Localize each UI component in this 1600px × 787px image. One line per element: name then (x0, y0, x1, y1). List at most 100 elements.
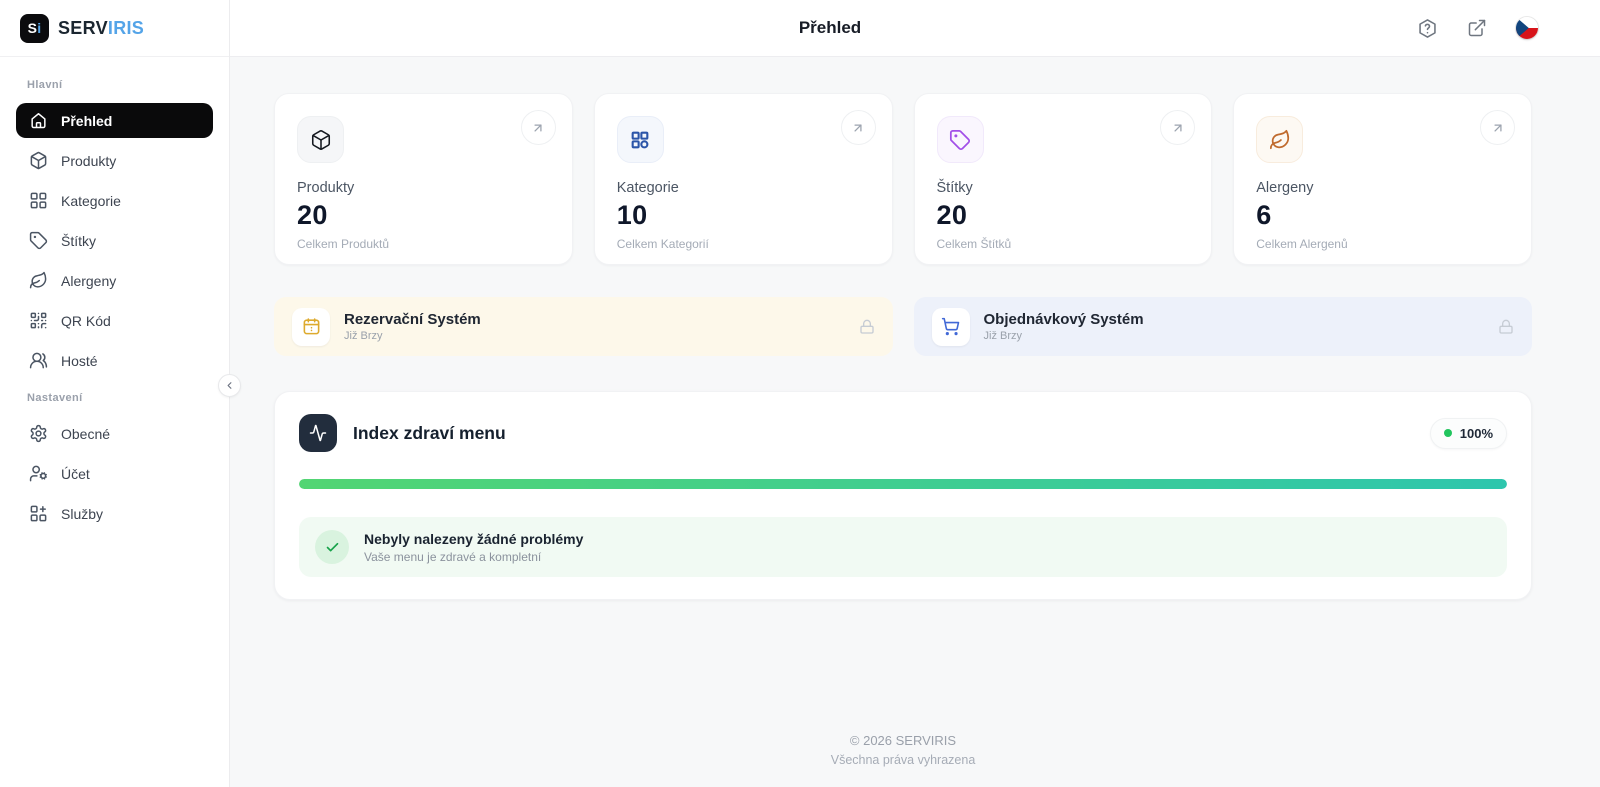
topbar-actions (1417, 17, 1600, 39)
banner-title: Rezervační Systém (344, 311, 481, 328)
sidebar-item-ucet[interactable]: Účet (16, 456, 213, 491)
stat-card-produkty[interactable]: Produkty 20 Celkem Produktů (274, 93, 573, 265)
sidebar-collapse-button[interactable] (218, 374, 241, 397)
sidebar-item-qr-kod[interactable]: QR Kód (16, 303, 213, 338)
stat-icon-tile (617, 116, 664, 163)
grid-dot-icon (629, 129, 651, 151)
footer-copyright: © 2026 SERVIRIS (274, 733, 1532, 748)
box-icon (29, 151, 48, 170)
stat-open-button[interactable] (841, 110, 876, 145)
tag-icon (29, 231, 48, 250)
leaf-icon (1269, 129, 1291, 151)
stats-row: Produkty 20 Celkem Produktů Kategorie 10… (274, 93, 1532, 265)
sidebar-item-label: QR Kód (61, 313, 111, 329)
stat-open-button[interactable] (1160, 110, 1195, 145)
stat-icon-tile (1256, 116, 1303, 163)
stat-open-button[interactable] (521, 110, 556, 145)
health-progress-track (299, 479, 1507, 489)
sidebar-item-obecne[interactable]: Obecné (16, 416, 213, 451)
health-icon-tile (299, 414, 337, 452)
grid-plus-icon (29, 504, 48, 523)
stat-subtitle: Celkem Produktů (297, 237, 550, 251)
stat-icon-tile (297, 116, 344, 163)
gear-icon (29, 424, 48, 443)
box-icon (310, 129, 332, 151)
grid-icon (29, 191, 48, 210)
health-message-text: Nebyly nalezeny žádné problémy Vaše menu… (364, 531, 583, 564)
sidebar-item-alergeny[interactable]: Alergeny (16, 263, 213, 298)
users-icon (29, 351, 48, 370)
leaf-icon (29, 271, 48, 290)
stat-value: 20 (297, 200, 550, 231)
stat-subtitle: Celkem Kategorií (617, 237, 870, 251)
banner-text: Rezervační Systém Již Brzy (344, 311, 481, 342)
home-icon (29, 111, 48, 130)
activity-icon (309, 424, 327, 442)
main-area: Přehled Produkty 20 Celkem Pr (230, 0, 1600, 787)
status-dot-icon (1444, 429, 1452, 437)
sidebar-item-label: Služby (61, 506, 103, 522)
arrow-up-right-icon (531, 121, 545, 135)
help-button[interactable] (1417, 18, 1438, 39)
stat-value: 10 (617, 200, 870, 231)
logo-mark: Si (20, 14, 49, 43)
health-title: Index zdraví menu (353, 423, 506, 444)
health-message: Nebyly nalezeny žádné problémy Vaše menu… (299, 517, 1507, 577)
banner-subtitle: Již Brzy (344, 330, 481, 342)
stat-icon-tile (937, 116, 984, 163)
stat-title: Produkty (297, 180, 550, 196)
sidebar-item-label: Štítky (61, 233, 96, 249)
banner-objednavkovy-system[interactable]: Objednávkový Systém Již Brzy (914, 297, 1533, 356)
sidebar-item-kategorie[interactable]: Kategorie (16, 183, 213, 218)
logo[interactable]: Si SERVIRIS (0, 0, 229, 57)
banner-icon-tile (932, 308, 970, 346)
logo-text: SERVIRIS (58, 18, 144, 39)
sidebar-item-produkty[interactable]: Produkty (16, 143, 213, 178)
sidebar-item-label: Kategorie (61, 193, 121, 209)
stat-title: Kategorie (617, 180, 870, 196)
sidebar-item-prehled[interactable]: Přehled (16, 103, 213, 138)
stat-card-alergeny[interactable]: Alergeny 6 Celkem Alergenů (1233, 93, 1532, 265)
banner-icon-tile (292, 308, 330, 346)
banner-title: Objednávkový Systém (984, 311, 1144, 328)
stat-open-button[interactable] (1480, 110, 1515, 145)
sidebar: Si SERVIRIS Hlavní Přehled Produkty Kate… (0, 0, 230, 787)
qr-code-icon (29, 311, 48, 330)
lock-icon (859, 319, 875, 335)
help-icon (1417, 18, 1438, 39)
health-header: Index zdraví menu 100% (299, 414, 1507, 452)
nav-section-label-settings: Nastavení (27, 392, 213, 405)
stat-card-stitky[interactable]: Štítky 20 Celkem Štítků (914, 93, 1213, 265)
stat-subtitle: Celkem Alergenů (1256, 237, 1509, 251)
page-title: Přehled (230, 18, 1430, 38)
health-message-title: Nebyly nalezeny žádné problémy (364, 531, 583, 547)
check-circle-icon (315, 530, 349, 564)
health-percent-badge: 100% (1430, 418, 1507, 449)
external-link-icon (1467, 18, 1487, 38)
menu-health-card: Index zdraví menu 100% Nebyly nalezeny ž… (274, 391, 1532, 600)
arrow-up-right-icon (851, 121, 865, 135)
health-message-subtitle: Vaše menu je zdravé a kompletní (364, 550, 583, 564)
sidebar-item-label: Účet (61, 466, 90, 482)
banner-text: Objednávkový Systém Již Brzy (984, 311, 1144, 342)
stat-card-kategorie[interactable]: Kategorie 10 Celkem Kategorií (594, 93, 893, 265)
sidebar-item-stitky[interactable]: Štítky (16, 223, 213, 258)
arrow-up-right-icon (1491, 121, 1505, 135)
sidebar-item-hoste[interactable]: Hosté (16, 343, 213, 378)
sidebar-item-label: Produkty (61, 153, 116, 169)
stat-value: 6 (1256, 200, 1509, 231)
page-content: Produkty 20 Celkem Produktů Kategorie 10… (230, 57, 1600, 787)
sidebar-item-sluzby[interactable]: Služby (16, 496, 213, 531)
footer-rights: Všechna práva vyhrazena (274, 753, 1532, 767)
stat-subtitle: Celkem Štítků (937, 237, 1190, 251)
stat-value: 20 (937, 200, 1190, 231)
banner-rezervacni-system[interactable]: Rezervační Systém Již Brzy (274, 297, 893, 356)
lock-icon (1498, 319, 1514, 335)
czech-flag-icon[interactable] (1516, 17, 1538, 39)
tag-icon (949, 129, 971, 151)
stat-title: Alergeny (1256, 180, 1509, 196)
arrow-up-right-icon (1171, 121, 1185, 135)
banners-row: Rezervační Systém Již Brzy Objednávkový … (274, 297, 1532, 356)
sidebar-item-label: Přehled (61, 113, 112, 129)
external-link-button[interactable] (1467, 18, 1487, 38)
